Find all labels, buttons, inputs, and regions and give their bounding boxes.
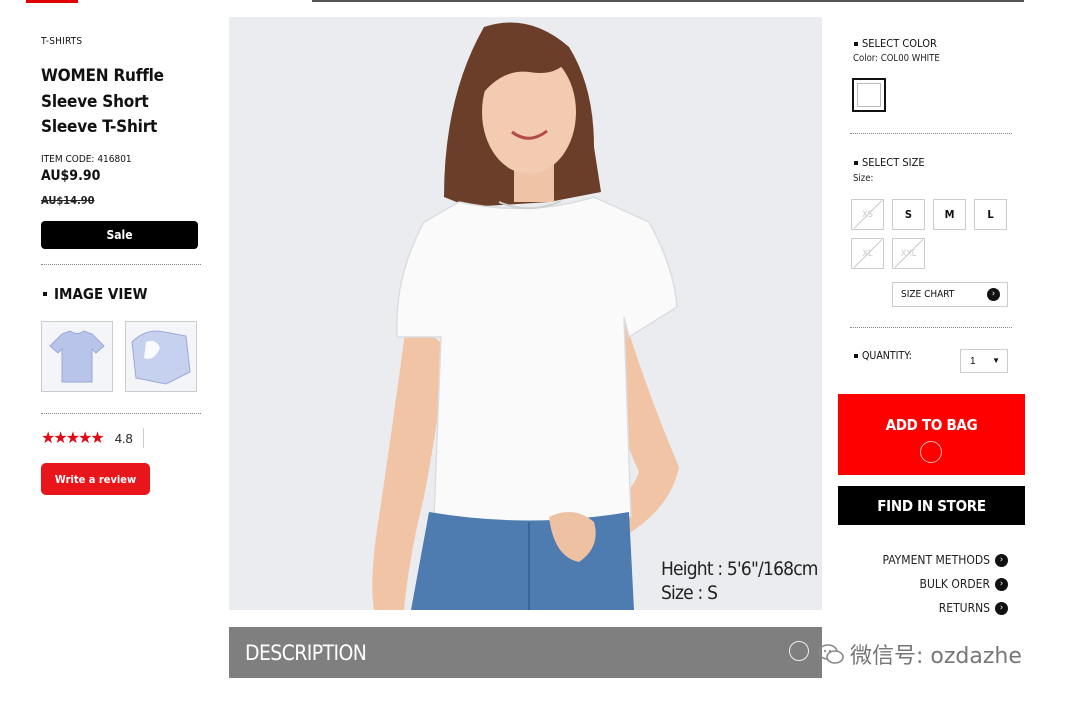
color-swatch-white[interactable] xyxy=(852,78,886,112)
quantity-heading: QUANTITY: xyxy=(854,350,912,362)
divider xyxy=(41,264,201,265)
rating-value: 4.8 xyxy=(114,430,133,446)
tshirt-thumbnail-icon xyxy=(49,330,105,383)
chevron-down-icon xyxy=(920,441,942,463)
thumbnail-back[interactable] xyxy=(125,321,197,392)
divider xyxy=(41,413,201,414)
watermark-text: 微信号: ozdazhe xyxy=(850,644,1022,669)
rating-stars-icon: ★★★★★ xyxy=(41,430,105,447)
size-option-l[interactable]: L xyxy=(974,199,1007,230)
add-to-bag-button[interactable]: ADD TO BAG xyxy=(838,394,1025,475)
dropdown-arrow-icon: ▼ xyxy=(992,356,1000,365)
model-wearing-tshirt-image xyxy=(229,17,822,610)
sale-price: AU$9.90 xyxy=(41,168,101,184)
returns-label: RETURNS xyxy=(938,601,990,615)
wechat-watermark: 微信号: ozdazhe xyxy=(818,638,1022,670)
wechat-icon xyxy=(818,644,844,664)
arrow-right-icon: › xyxy=(995,553,1008,567)
size-chart-label: SIZE CHART xyxy=(901,289,955,300)
product-main-image[interactable]: Height : 5'6"/168cm Size : S xyxy=(229,17,822,610)
bullet-icon xyxy=(43,292,47,296)
returns-link[interactable]: RETURNS › xyxy=(939,601,1008,615)
select-size-label: SELECT SIZE xyxy=(862,156,925,169)
size-option-m[interactable]: M xyxy=(933,199,966,230)
size-option-xs: XS xyxy=(851,199,884,230)
top-accent-bar xyxy=(26,0,78,3)
write-review-button[interactable]: Write a review xyxy=(41,463,150,495)
breadcrumb-category[interactable]: T-SHIRTS xyxy=(41,36,82,47)
quantity-select[interactable]: 1 ▼ xyxy=(960,349,1008,373)
bulk-order-label: BULK ORDER xyxy=(919,577,990,591)
model-height: Height : 5'6"/168cm xyxy=(661,558,818,580)
divider xyxy=(850,327,1012,328)
size-option-s[interactable]: S xyxy=(892,199,925,230)
quantity-label: QUANTITY: xyxy=(862,350,912,362)
rating-summary[interactable]: ★★★★★ 4.8 xyxy=(41,428,144,448)
bulk-order-link[interactable]: BULK ORDER › xyxy=(920,577,1008,591)
divider xyxy=(850,133,1012,134)
item-code: ITEM CODE: 416801 xyxy=(41,154,132,165)
description-accordion[interactable]: DESCRIPTION xyxy=(229,627,822,678)
model-size-caption: Height : 5'6"/168cm Size : S xyxy=(661,557,818,605)
sale-badge: Sale xyxy=(41,221,198,249)
chevron-down-icon xyxy=(789,641,809,661)
description-label: DESCRIPTION xyxy=(245,641,367,665)
bullet-icon xyxy=(854,160,858,165)
payment-methods-label: PAYMENT METHODS xyxy=(882,553,990,567)
select-color-heading: SELECT COLOR xyxy=(854,37,937,50)
size-chart-button[interactable]: SIZE CHART › xyxy=(892,282,1008,307)
arrow-right-icon: › xyxy=(995,601,1008,615)
current-color: Color: COL00 WHITE xyxy=(853,53,940,64)
arrow-right-icon: › xyxy=(995,577,1008,591)
tshirt-detail-thumbnail-icon xyxy=(131,330,191,385)
image-view-label: IMAGE VIEW xyxy=(54,285,148,303)
payment-methods-link[interactable]: PAYMENT METHODS › xyxy=(882,553,1008,567)
size-option-xl: XL xyxy=(851,238,884,269)
rating-separator xyxy=(142,428,144,448)
quantity-value: 1 xyxy=(970,355,976,367)
original-price: AU$14.90 xyxy=(41,194,95,207)
arrow-right-icon: › xyxy=(987,288,1000,301)
thumbnail-front[interactable] xyxy=(41,321,113,392)
bullet-icon xyxy=(854,41,858,46)
select-color-label: SELECT COLOR xyxy=(862,37,937,50)
size-option-xxl: XXL xyxy=(892,238,925,269)
current-size: Size: xyxy=(853,173,874,184)
model-size: Size : S xyxy=(661,582,718,604)
select-size-heading: SELECT SIZE xyxy=(854,156,925,169)
add-to-bag-label: ADD TO BAG xyxy=(885,416,978,434)
image-view-heading: IMAGE VIEW xyxy=(43,285,147,303)
top-divider-line xyxy=(312,0,1024,2)
find-in-store-button[interactable]: FIND IN STORE xyxy=(838,486,1025,525)
bullet-icon xyxy=(854,354,858,358)
product-title: WOMEN Ruffle Sleeve Short Sleeve T-Shirt xyxy=(41,66,164,137)
